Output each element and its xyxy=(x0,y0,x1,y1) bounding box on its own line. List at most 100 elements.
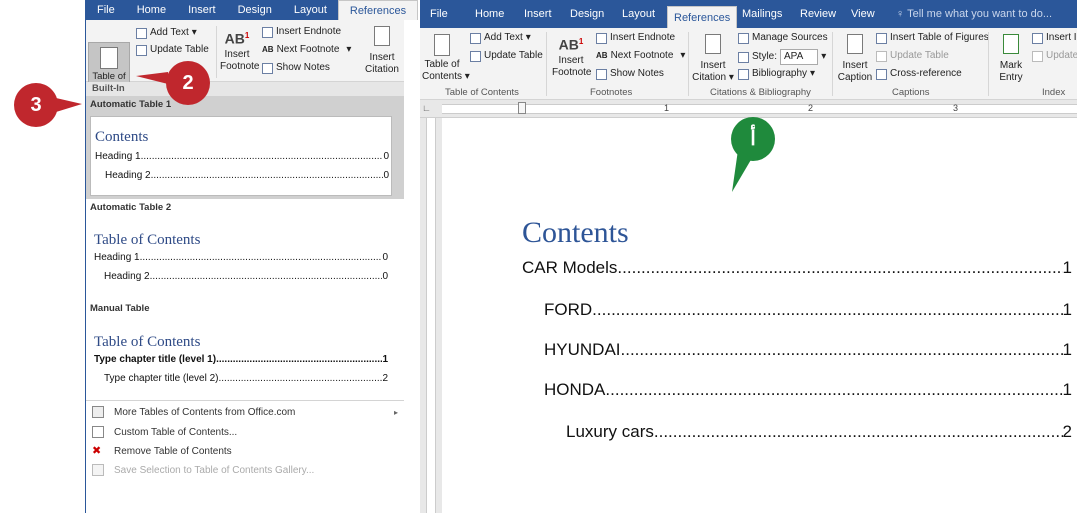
gallery-automatic-table-2[interactable]: Table of Contents Heading 1.............… xyxy=(90,214,392,294)
doc-toc-entry[interactable]: HYUNDAI.................................… xyxy=(544,340,1072,360)
show-notes-icon xyxy=(596,68,607,80)
ruler-number: 1 xyxy=(664,103,670,113)
menu-item-label: Remove Table of Contents xyxy=(114,445,232,457)
remove-toc-menu-item[interactable]: ✖ Remove Table of Contents xyxy=(92,445,232,457)
add-text-button[interactable]: Add Text ▾ xyxy=(470,31,531,45)
chevron-right-icon: ▸ xyxy=(393,407,398,417)
menu-item-label: Save Selection to Table of Contents Gall… xyxy=(114,464,315,476)
leader-dots: ........................................… xyxy=(653,422,1063,441)
line-text: Heading 1 xyxy=(94,252,140,263)
insert-endnote-button[interactable]: Insert Endnote xyxy=(262,25,341,39)
insert-citation-button[interactable]: Insert Citation xyxy=(362,26,402,76)
tab-file[interactable]: File xyxy=(86,0,126,20)
custom-toc-menu-item[interactable]: Custom Table of Contents... xyxy=(92,426,237,438)
line-text: Type chapter title (level 1) xyxy=(94,354,217,365)
leader-dots: ........................................… xyxy=(605,380,1063,399)
table-of-contents-label: Table ofContents ▾ xyxy=(422,59,470,82)
table-of-contents-button[interactable]: Table ofContents ▾ xyxy=(422,34,470,83)
more-tables-menu-item[interactable]: More Tables of Contents from Office.com … xyxy=(92,406,398,418)
insert-footnote-button[interactable]: AB1 Insert Footnote xyxy=(552,36,591,79)
tab-layout[interactable]: Layout xyxy=(283,0,338,20)
doc-toc-entry[interactable]: CAR Models..............................… xyxy=(522,258,1072,278)
entry-page: 2 xyxy=(1062,422,1072,441)
mark-entry-label: Mark Entry xyxy=(999,60,1023,83)
add-text-button[interactable]: Add Text ▾ xyxy=(136,26,197,40)
callout-2-arrow xyxy=(136,72,168,84)
tab-stop-icon[interactable]: ∟ xyxy=(422,103,431,113)
manage-sources-button[interactable]: Manage Sources xyxy=(738,31,828,45)
indent-marker[interactable] xyxy=(518,102,526,114)
document-page[interactable]: Contents CAR Models.....................… xyxy=(442,118,1077,513)
group-label-citations: Citations & Bibliography xyxy=(710,87,811,98)
update-table-icon xyxy=(136,44,147,56)
cross-reference-button[interactable]: Cross-reference xyxy=(876,67,962,81)
preview-heading: Table of Contents xyxy=(94,232,201,248)
tab-mailings[interactable]: Mailings xyxy=(742,0,782,28)
update-table-icon xyxy=(876,50,887,62)
insert-index-icon xyxy=(1032,32,1043,44)
tab-review[interactable]: Review xyxy=(800,0,836,28)
gallery-manual-table[interactable]: Table of Contents Type chapter title (le… xyxy=(90,318,392,398)
tab-insert[interactable]: Insert xyxy=(524,0,552,28)
menu-item-label: Custom Table of Contents... xyxy=(114,426,238,438)
next-footnote-button[interactable]: AB Next Footnote ▾ xyxy=(596,49,685,63)
update-table-button[interactable]: Update Table xyxy=(136,43,209,57)
horizontal-ruler[interactable]: ∟ 1 2 3 xyxy=(420,100,1077,118)
update-index-button: Update xyxy=(1032,49,1077,63)
line-page: 0 xyxy=(382,271,388,282)
tell-me-box[interactable]: ♀ Tell me what you want to do... xyxy=(896,0,1052,28)
update-table-icon xyxy=(470,50,481,62)
insert-index-button[interactable]: Insert In xyxy=(1032,31,1077,45)
bibliography-button[interactable]: Bibliography ▾ xyxy=(738,67,815,81)
group-label-toc: Table of Contents xyxy=(445,87,519,98)
show-notes-label: Show Notes xyxy=(276,62,330,73)
next-footnote-button[interactable]: AB Next Footnote ▾ xyxy=(262,43,351,57)
style-selector[interactable]: Style: APA ▾ xyxy=(738,49,826,65)
cross-reference-label: Cross-reference xyxy=(890,68,962,79)
line-text: Heading 1 xyxy=(95,151,141,162)
ribbon-tab-bar: File Home Insert Design Layout Reference… xyxy=(420,0,1077,28)
leader-dots: ........................................… xyxy=(218,373,383,384)
style-value[interactable]: APA xyxy=(780,49,819,65)
insert-caption-label: Insert Caption xyxy=(837,60,873,83)
leader-dots: ........................................… xyxy=(592,300,1062,319)
show-notes-icon xyxy=(262,62,273,74)
tab-home[interactable]: Home xyxy=(475,0,504,28)
tab-design[interactable]: Design xyxy=(570,0,604,28)
tab-home[interactable]: Home xyxy=(126,0,177,20)
update-table-figures-button: Update Table xyxy=(876,49,949,63)
insert-table-of-figures-button[interactable]: Insert Table of Figures xyxy=(876,31,989,45)
show-notes-button[interactable]: Show Notes xyxy=(596,67,664,81)
manage-sources-label: Manage Sources xyxy=(752,32,828,43)
tab-references[interactable]: References xyxy=(667,6,738,28)
line-page: 1 xyxy=(382,354,388,365)
chevron-down-icon: ▾ xyxy=(191,27,197,38)
office-com-icon xyxy=(92,406,104,418)
insert-endnote-label: Insert Endnote xyxy=(276,26,342,37)
tab-view[interactable]: View xyxy=(851,0,875,28)
mark-entry-button[interactable]: Mark Entry xyxy=(992,34,1030,84)
next-footnote-icon: AB xyxy=(596,51,608,60)
callout-3: 3 xyxy=(14,83,58,127)
tab-design[interactable]: Design xyxy=(227,0,283,20)
vertical-ruler[interactable] xyxy=(420,118,442,513)
update-index-label: Update xyxy=(1046,50,1077,61)
update-table-button[interactable]: Update Table xyxy=(470,49,543,63)
bibliography-icon xyxy=(738,68,749,80)
line-text: Heading 2 xyxy=(104,271,150,282)
insert-citation-button[interactable]: Insert Citation ▾ xyxy=(692,34,734,84)
tab-references[interactable]: References xyxy=(337,0,419,20)
insert-caption-button[interactable]: Insert Caption xyxy=(836,34,874,84)
doc-toc-entry[interactable]: HONDA...................................… xyxy=(544,380,1072,400)
doc-toc-entry[interactable]: FORD....................................… xyxy=(544,300,1072,320)
tab-layout[interactable]: Layout xyxy=(622,0,655,28)
insert-endnote-button[interactable]: Insert Endnote xyxy=(596,31,675,45)
show-notes-button[interactable]: Show Notes xyxy=(262,61,330,75)
entry-page: 1 xyxy=(1062,380,1072,399)
remove-toc-icon: ✖ xyxy=(92,445,102,457)
tab-file[interactable]: File xyxy=(430,0,448,28)
tab-insert[interactable]: Insert xyxy=(177,0,227,20)
doc-toc-entry[interactable]: Luxury cars.............................… xyxy=(566,422,1072,442)
insert-footnote-button[interactable]: AB1 Insert Footnote xyxy=(220,30,259,73)
leader-dots: ........................................… xyxy=(140,151,384,162)
